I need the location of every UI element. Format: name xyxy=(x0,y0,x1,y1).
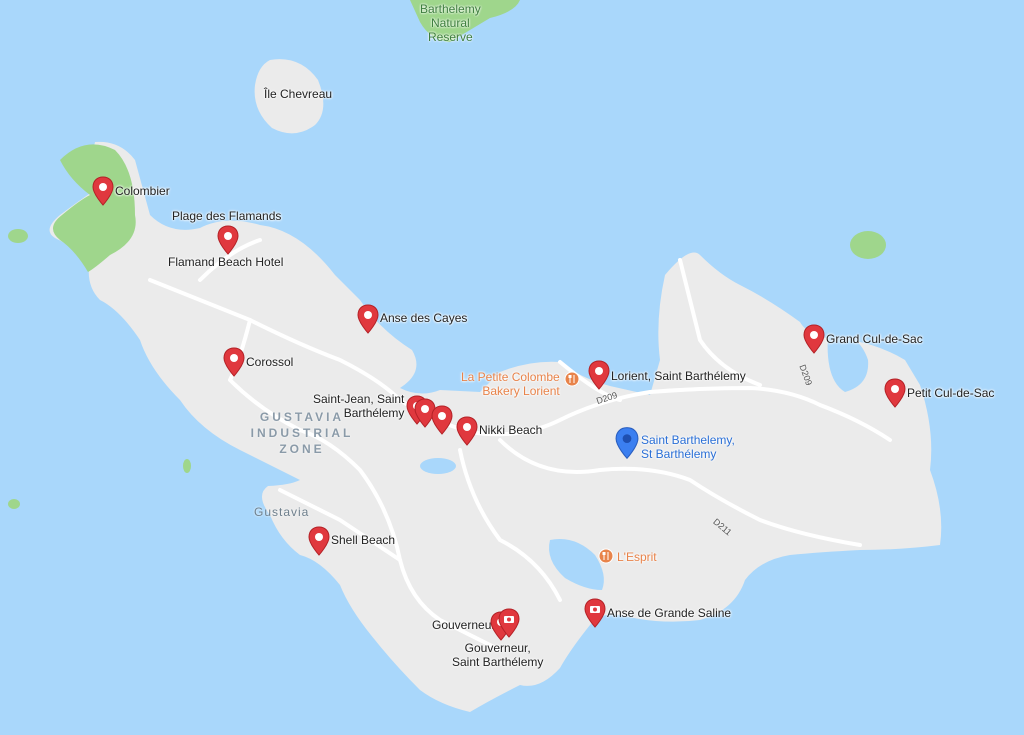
gouverneur-sb-line2: Saint Barthélemy xyxy=(452,655,544,669)
map-pin-icon[interactable] xyxy=(308,526,330,556)
place-label-nikki-beach[interactable]: Nikki Beach xyxy=(479,423,542,437)
selected-location-pin-icon[interactable] xyxy=(615,426,639,460)
islet xyxy=(850,231,886,259)
st-barth-line2: St Barthélemy xyxy=(641,447,717,461)
place-label-lesprit[interactable]: L'Esprit xyxy=(617,550,657,564)
camera-pin-icon[interactable] xyxy=(584,598,606,628)
islet xyxy=(8,499,20,509)
place-label-gouverneur-saint-barthelemy[interactable]: Gouverneur, Saint Barthélemy xyxy=(452,641,543,669)
st-barth-line1: Saint Barthelemy, xyxy=(641,433,735,447)
saint-jean-pond xyxy=(420,458,456,474)
map-pin-icon[interactable] xyxy=(803,324,825,354)
map-pin-icon[interactable] xyxy=(357,304,379,334)
map-pin-icon[interactable] xyxy=(92,176,114,206)
map-canvas[interactable]: Barthelemy Natural Reserve Île Chevreau … xyxy=(0,0,1024,735)
islet xyxy=(183,459,191,473)
place-label-gouverneur[interactable]: Gouverneur xyxy=(432,618,495,632)
place-label-shell-beach[interactable]: Shell Beach xyxy=(331,533,395,547)
islet xyxy=(8,229,28,243)
saint-jean-line1: Saint-Jean, Saint xyxy=(313,392,405,406)
place-label-petite-colombe[interactable]: La Petite Colombe Bakery Lorient xyxy=(461,370,560,398)
petite-colombe-line2: Bakery Lorient xyxy=(482,384,560,398)
place-label-grand-cul-de-sac[interactable]: Grand Cul-de-Sac xyxy=(826,332,923,346)
place-label-anse-cayes[interactable]: Anse des Cayes xyxy=(380,311,467,325)
zone-line3: ZONE xyxy=(279,442,325,456)
place-label-colombier[interactable]: Colombier xyxy=(115,184,170,198)
map-pin-icon[interactable] xyxy=(431,405,453,435)
camera-pin-icon[interactable] xyxy=(498,608,520,638)
place-label-flamands-beach[interactable]: Plage des Flamands xyxy=(172,209,281,223)
map-pin-icon[interactable] xyxy=(456,416,478,446)
map-pin-icon[interactable] xyxy=(217,225,239,255)
zone-line2: INDUSTRIAL xyxy=(250,426,354,440)
nature-reserve-line2: Natural xyxy=(431,16,470,30)
place-label-petit-cul-de-sac[interactable]: Petit Cul-de-Sac xyxy=(907,386,994,400)
place-label-lorient[interactable]: Lorient, Saint Barthélemy xyxy=(611,369,746,383)
gouverneur-sb-line1: Gouverneur, xyxy=(464,641,531,655)
gustavia-town-label: Gustavia xyxy=(254,505,310,519)
place-label-corossol[interactable]: Corossol xyxy=(246,355,293,369)
nature-reserve-line3: Reserve xyxy=(428,30,473,44)
restaurant-icon[interactable] xyxy=(564,371,580,387)
saint-jean-line2: Barthélemy xyxy=(343,406,405,420)
ile-chevreau-label: Île Chevreau xyxy=(264,87,333,101)
map-pin-icon[interactable] xyxy=(588,360,610,390)
place-label-grande-saline[interactable]: Anse de Grande Saline xyxy=(607,606,731,620)
place-label-saint-barthelemy[interactable]: Saint Barthelemy, St Barthélemy xyxy=(641,433,735,461)
petite-colombe-line1: La Petite Colombe xyxy=(461,370,560,384)
place-label-saint-jean[interactable]: Saint-Jean, Saint Barthélemy xyxy=(313,392,404,420)
place-label-flamand-hotel[interactable]: Flamand Beach Hotel xyxy=(168,255,283,269)
restaurant-icon[interactable] xyxy=(598,548,614,564)
nature-reserve-label: Barthelemy Natural Reserve xyxy=(420,2,481,44)
map-pin-icon[interactable] xyxy=(223,347,245,377)
nature-reserve-line1: Barthelemy xyxy=(420,2,481,16)
map-pin-icon[interactable] xyxy=(884,378,906,408)
